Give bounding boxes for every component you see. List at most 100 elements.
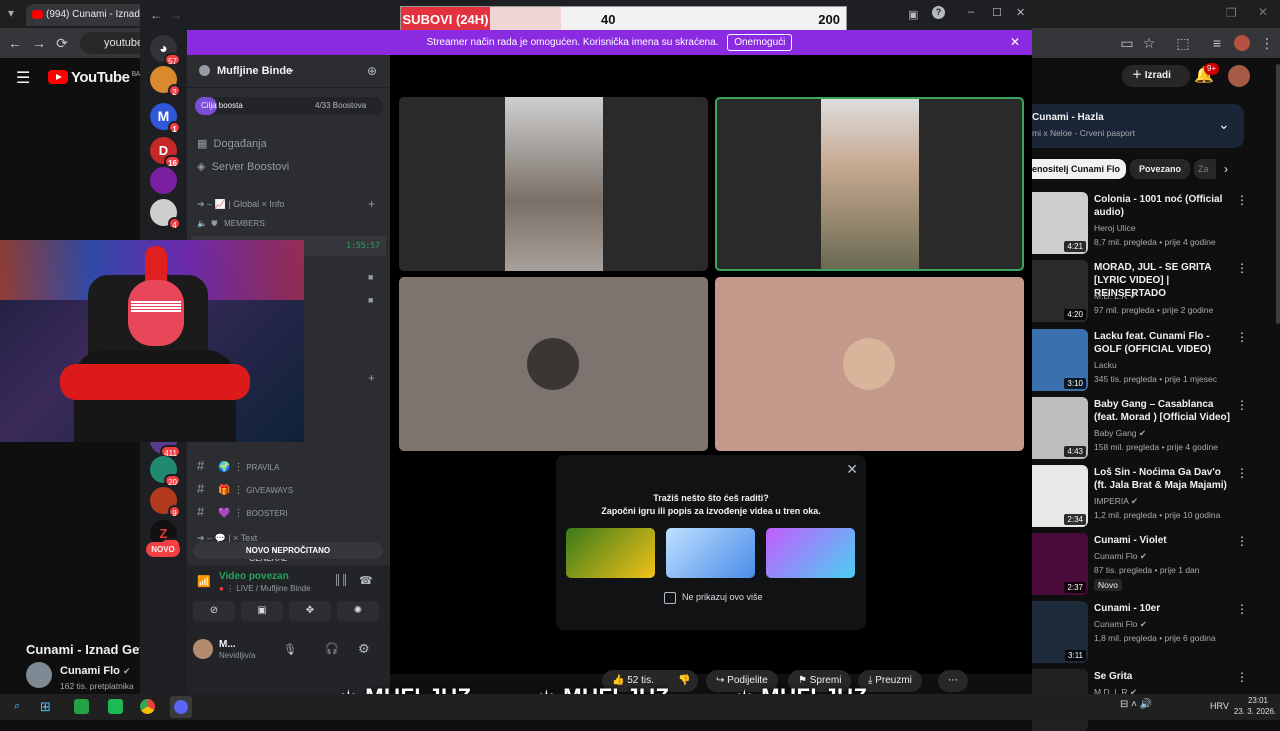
video-menu-icon[interactable]: ⋮ <box>1236 466 1248 480</box>
new-pill[interactable]: NOVO <box>146 542 180 557</box>
restore-icon[interactable]: ❐ <box>1226 6 1237 20</box>
server-header[interactable]: Mufljine Binde ⌄ ⊕ <box>187 55 390 88</box>
video-channel[interactable]: Cunami Flo ✔ <box>1094 551 1147 562</box>
video-menu-icon[interactable]: ⋮ <box>1236 398 1248 412</box>
tab-search-icon[interactable]: ▾ <box>8 6 14 20</box>
playlist-panel[interactable]: Cunami - Hazla mi x Neloe - Crveni paspo… <box>1032 104 1244 148</box>
video-menu-icon[interactable]: ⋮ <box>1236 193 1248 207</box>
forward-icon[interactable]: → <box>30 34 48 52</box>
chip-more[interactable]: Za <box>1194 159 1216 179</box>
video-channel[interactable]: Lacku <box>1094 360 1117 370</box>
server-icon[interactable] <box>150 167 177 194</box>
voice-channel-name[interactable]: ● ⋮ LIVE / Mufljine Binde <box>219 584 311 593</box>
channel-giveaways[interactable]: # 🎁 ⋮ GIVEAWAYS <box>197 481 293 496</box>
video-thumbnail[interactable]: 4:20 <box>1032 260 1088 322</box>
chrome-icon[interactable] <box>140 699 155 714</box>
chip-related[interactable]: Povezano <box>1130 159 1190 179</box>
headphones-icon[interactable]: 🎧 <box>325 642 339 655</box>
soundboard-button[interactable]: ✺ <box>337 601 379 621</box>
invite-icon[interactable]: ⊕ <box>367 64 377 78</box>
add-channel-icon[interactable]: + <box>368 371 375 385</box>
audio-tile[interactable] <box>715 277 1024 451</box>
category-info[interactable]: ➔ – 📈 | Global × Info <box>197 199 284 210</box>
back-icon[interactable]: ← <box>150 8 162 22</box>
forward-icon[interactable]: → <box>170 8 182 22</box>
video-tile[interactable] <box>399 97 708 271</box>
video-thumbnail[interactable]: 3:11 <box>1032 601 1088 663</box>
game-card-smash-karts[interactable] <box>766 528 855 578</box>
dont-show-checkbox[interactable] <box>664 592 676 604</box>
inbox-icon[interactable]: ▣ <box>908 8 918 21</box>
minimize-icon[interactable]: – <box>968 6 974 18</box>
popup-close-icon[interactable]: ✕ <box>846 461 858 478</box>
video-title[interactable]: Se Grita <box>1094 670 1236 683</box>
cast-icon[interactable]: ▭ <box>1118 34 1136 52</box>
camera-off-button[interactable]: ⊘ <box>193 601 235 621</box>
video-thumbnail[interactable]: 4:21 <box>1032 192 1088 254</box>
video-title[interactable]: Colonia - 1001 noć (Official audio) <box>1094 193 1236 219</box>
boost-goal-bar[interactable]: Cilja boosta 4/33 Boostova <box>195 97 383 115</box>
screen-share-button[interactable]: ▣ <box>241 601 283 621</box>
tray-icons[interactable]: ⊟ ˄ 🔊 <box>1120 699 1152 710</box>
video-thumbnail[interactable]: 3:10 <box>1032 329 1088 391</box>
server-icon[interactable]: M1 <box>150 103 181 134</box>
app-icon[interactable] <box>108 699 123 714</box>
video-channel[interactable]: Cunami Flo ✔ <box>1094 619 1147 630</box>
video-channel[interactable]: Baby Gang ✔ <box>1094 428 1146 439</box>
windows-start-icon[interactable]: ⊞ <box>40 699 51 715</box>
video-title[interactable]: Baby Gang – Casablanca (feat. Morad ) [O… <box>1094 398 1236 424</box>
video-menu-icon[interactable]: ⋮ <box>1236 670 1248 684</box>
video-menu-icon[interactable]: ⋮ <box>1236 602 1248 616</box>
more-actions-button[interactable]: ⋯ <box>938 670 968 692</box>
activities-button[interactable]: ✥ <box>289 601 331 621</box>
video-channel[interactable]: IMPERIA ✔ <box>1094 496 1138 507</box>
channel-pravila[interactable]: # 🌍 ⋮ PRAVILA <box>197 458 279 473</box>
close-icon[interactable]: ✕ <box>1016 6 1025 19</box>
server-icon[interactable]: 2 <box>150 66 181 97</box>
chrome-menu-icon[interactable]: ⋮ <box>1258 34 1276 52</box>
banner-close-icon[interactable]: ✕ <box>1010 30 1020 55</box>
video-title[interactable]: Cunami - 10er <box>1094 602 1236 615</box>
server-icon[interactable]: D 16 <box>150 137 181 168</box>
discord-home-icon[interactable]: ◕ 57 <box>150 35 181 66</box>
video-menu-icon[interactable]: ⋮ <box>1236 261 1248 275</box>
hamburger-menu-icon[interactable]: ☰ <box>16 68 30 88</box>
search-icon[interactable]: ⌕ <box>14 700 20 713</box>
video-channel[interactable]: Heroj Ulice <box>1094 223 1136 233</box>
server-boosts-item[interactable]: ◈ Server Boostovi <box>197 160 289 173</box>
chevron-down-icon[interactable]: ⌄ <box>1218 116 1230 133</box>
account-avatar[interactable] <box>1228 65 1250 87</box>
add-channel-icon[interactable]: + <box>368 197 375 211</box>
game-card-sudoku[interactable] <box>666 528 755 578</box>
video-thumbnail[interactable]: 4:43 <box>1032 397 1088 459</box>
disconnect-icon[interactable]: ☎ <box>359 574 373 587</box>
youtube-logo[interactable]: YouTube BA <box>48 69 140 86</box>
disable-streamer-button[interactable]: Onemogući <box>727 34 793 51</box>
browser-tab[interactable]: (994) Cunami - Iznad Geta <box>26 4 148 26</box>
video-thumbnail[interactable]: 2:34 <box>1032 465 1088 527</box>
noise-suppression-icon[interactable]: ║║ <box>334 575 348 586</box>
bookmark-star-icon[interactable]: ☆ <box>1140 34 1158 52</box>
microphone-icon[interactable]: 🎙 <box>283 643 297 656</box>
server-icon[interactable]: 4 <box>150 199 181 230</box>
clock-date[interactable]: 23. 3. 2026. <box>1232 707 1278 716</box>
close-window-icon[interactable]: ✕ <box>1258 5 1268 19</box>
game-card-spongebob[interactable] <box>566 528 655 578</box>
audio-tile[interactable] <box>399 277 708 451</box>
events-item[interactable]: ▦ Događanja <box>197 137 267 150</box>
reload-icon[interactable]: ⟳ <box>53 34 71 52</box>
video-thumbnail[interactable]: 2:37 <box>1032 533 1088 595</box>
channel-avatar[interactable] <box>26 662 52 688</box>
dislike-button[interactable]: 👎 <box>668 670 698 692</box>
video-channel[interactable]: M.D. L.R ✔ <box>1094 291 1137 302</box>
video-menu-icon[interactable]: ⋮ <box>1236 330 1248 344</box>
language-indicator[interactable]: HRV <box>1210 701 1229 711</box>
store-icon[interactable] <box>74 699 89 714</box>
channel-boosteri[interactable]: # 💜 ⋮ BOOSTERI <box>197 504 288 519</box>
create-button[interactable]: ＋ Izradi <box>1122 65 1190 87</box>
user-settings-gear-icon[interactable]: ⚙ <box>358 641 370 657</box>
clock-time[interactable]: 23:01 <box>1238 696 1278 705</box>
maximize-icon[interactable]: ☐ <box>992 6 1002 19</box>
new-unread-pill[interactable]: NOVO NEPROČITANO <box>193 542 383 559</box>
video-tile-speaking[interactable] <box>715 97 1024 271</box>
